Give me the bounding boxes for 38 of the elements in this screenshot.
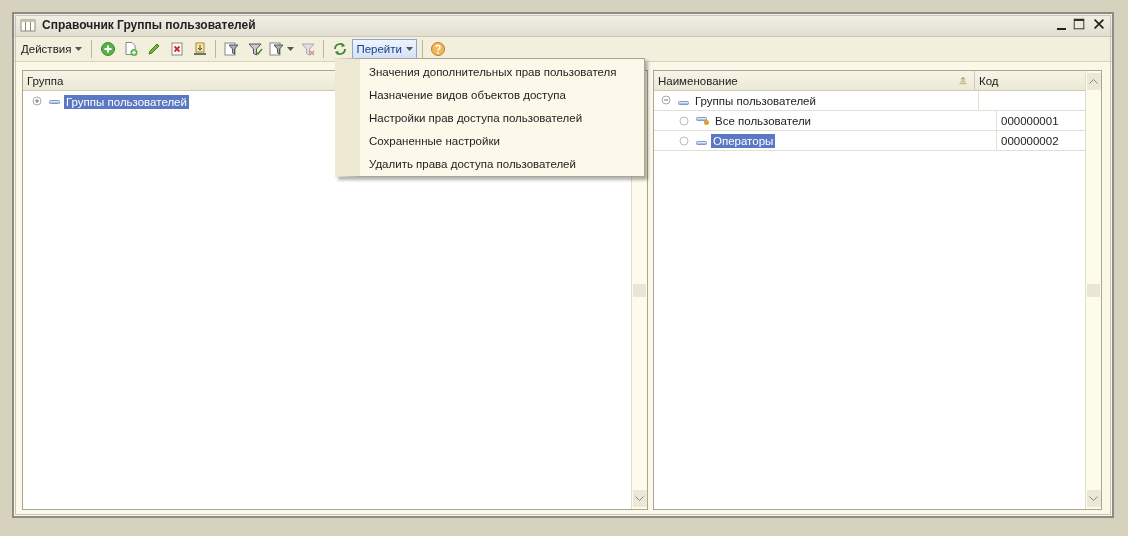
table-cell: 000000002 xyxy=(1001,134,1059,147)
column-header[interactable]: Наименование xyxy=(654,71,975,90)
close-icon xyxy=(1092,17,1106,31)
group-icon xyxy=(696,140,707,145)
group-icon xyxy=(678,100,689,105)
chevron-down-icon xyxy=(635,496,644,501)
scrollbar[interactable] xyxy=(1085,71,1101,509)
tree-item[interactable]: Группы пользователей xyxy=(64,95,189,109)
scroll-thumb[interactable] xyxy=(1087,283,1100,297)
group-icon xyxy=(49,100,60,104)
group-icon xyxy=(696,116,709,125)
chevron-down-icon xyxy=(1089,496,1098,501)
caret-icon xyxy=(75,47,83,51)
caret-icon xyxy=(405,47,413,51)
caret-icon xyxy=(286,47,294,51)
table-cell[interactable]: Операторы xyxy=(711,133,776,148)
table-cell: 000000001 xyxy=(1001,114,1059,127)
table-cell[interactable]: Все пользователи xyxy=(713,113,814,128)
table-icon xyxy=(20,17,36,33)
filter-icon xyxy=(268,41,285,57)
window-title: Справочник Группы пользователей xyxy=(42,18,257,32)
scroll-down-button[interactable] xyxy=(632,490,647,507)
menu-item[interactable]: Назначение видов объектов доступа xyxy=(360,83,617,106)
scroll-down-button[interactable] xyxy=(1086,490,1101,507)
chevron-up-icon xyxy=(1089,79,1098,84)
scroll-thumb[interactable] xyxy=(633,283,646,297)
minimize-icon xyxy=(1057,28,1066,30)
goto-menu-button[interactable]: Перейти xyxy=(352,38,417,60)
menu-item[interactable]: Значения дополнительных прав пользователя xyxy=(360,60,617,83)
menu-item[interactable]: Настройки прав доступа пользователей xyxy=(360,106,617,129)
menu-item[interactable]: Сохраненные настройки xyxy=(360,129,617,152)
expand-icon xyxy=(29,93,45,109)
actions-menu-button[interactable]: Действия xyxy=(17,38,87,60)
table-cell[interactable]: Группы пользователей xyxy=(693,93,818,108)
maximize-icon xyxy=(1072,17,1086,31)
menu-item[interactable]: Удалить права доступа пользователей xyxy=(360,152,617,175)
column-header[interactable]: Код xyxy=(975,71,1085,90)
scroll-up-button[interactable] xyxy=(1086,73,1101,90)
